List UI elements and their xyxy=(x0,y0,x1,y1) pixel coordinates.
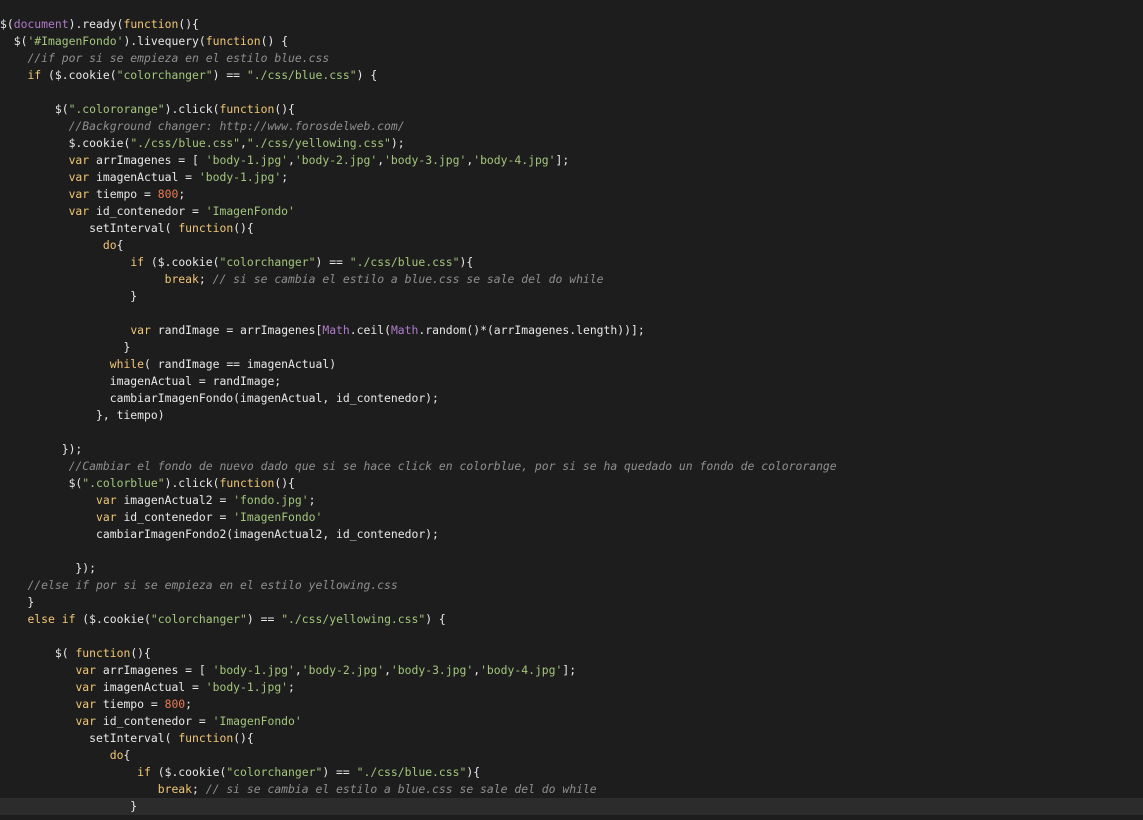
code-line[interactable]: if ($.cookie("colorchanger") == "./css/b… xyxy=(0,254,1143,271)
code-line[interactable]: cambiarImagenFondo(imagenActual, id_cont… xyxy=(0,390,1143,407)
code-line[interactable] xyxy=(0,84,1143,101)
code-line[interactable]: var arrImagenes = [ 'body-1.jpg','body-2… xyxy=(0,152,1143,169)
code-line[interactable]: } xyxy=(0,798,1143,815)
code-line[interactable] xyxy=(0,543,1143,560)
code-line[interactable]: do{ xyxy=(0,747,1143,764)
code-line[interactable]: var imagenActual2 = 'fondo.jpg'; xyxy=(0,492,1143,509)
code-line[interactable]: var imagenActual = 'body-1.jpg'; xyxy=(0,169,1143,186)
code-line[interactable]: $.cookie("./css/blue.css","./css/yellowi… xyxy=(0,135,1143,152)
code-line[interactable]: while( randImage == imagenActual) xyxy=(0,356,1143,373)
code-line[interactable] xyxy=(0,424,1143,441)
code-line[interactable]: var id_contenedor = 'ImagenFondo' xyxy=(0,203,1143,220)
code-line[interactable]: //Background changer: http://www.forosde… xyxy=(0,118,1143,135)
code-line[interactable]: var tiempo = 800; xyxy=(0,696,1143,713)
code-line[interactable]: var arrImagenes = [ 'body-1.jpg','body-2… xyxy=(0,662,1143,679)
code-line[interactable]: //if por si se empieza en el estilo blue… xyxy=(0,50,1143,67)
code-line[interactable]: } xyxy=(0,288,1143,305)
code-line[interactable]: $(document).ready(function(){ xyxy=(0,16,1143,33)
code-line[interactable]: }); xyxy=(0,560,1143,577)
code-line[interactable]: var randImage = arrImagenes[Math.ceil(Ma… xyxy=(0,322,1143,339)
code-line[interactable]: imagenActual = randImage; xyxy=(0,373,1143,390)
code-line[interactable]: break; // si se cambia el estilo a blue.… xyxy=(0,271,1143,288)
code-editor[interactable]: $(document).ready(function(){ $('#Imagen… xyxy=(0,0,1143,820)
code-line[interactable]: else if ($.cookie("colorchanger") == "./… xyxy=(0,611,1143,628)
code-line[interactable]: do{ xyxy=(0,237,1143,254)
code-line[interactable]: cambiarImagenFondo2(imagenActual2, id_co… xyxy=(0,526,1143,543)
code-line[interactable]: } xyxy=(0,594,1143,611)
code-line[interactable]: $( function(){ xyxy=(0,645,1143,662)
code-line[interactable]: if ($.cookie("colorchanger") == "./css/b… xyxy=(0,764,1143,781)
code-line[interactable]: break; // si se cambia el estilo a blue.… xyxy=(0,781,1143,798)
code-line[interactable]: var imagenActual = 'body-1.jpg'; xyxy=(0,679,1143,696)
code-line[interactable]: if ($.cookie("colorchanger") == "./css/b… xyxy=(0,67,1143,84)
code-line[interactable]: $(".colororange").click(function(){ xyxy=(0,101,1143,118)
code-line[interactable]: } xyxy=(0,339,1143,356)
code-line[interactable]: var id_contenedor = 'ImagenFondo' xyxy=(0,713,1143,730)
code-line[interactable]: $('#ImagenFondo').livequery(function() { xyxy=(0,33,1143,50)
code-line[interactable]: setInterval( function(){ xyxy=(0,220,1143,237)
code-line[interactable]: setInterval( function(){ xyxy=(0,730,1143,747)
code-line[interactable]: }, tiempo) xyxy=(0,407,1143,424)
code-line[interactable] xyxy=(0,628,1143,645)
code-line[interactable] xyxy=(0,305,1143,322)
code-line[interactable]: //else if por si se empieza en el estilo… xyxy=(0,577,1143,594)
code-line[interactable]: var tiempo = 800; xyxy=(0,186,1143,203)
code-line[interactable]: }); xyxy=(0,441,1143,458)
code-line[interactable]: //Cambiar el fondo de nuevo dado que si … xyxy=(0,458,1143,475)
code-line[interactable]: $(".colorblue").click(function(){ xyxy=(0,475,1143,492)
code-line[interactable]: var id_contenedor = 'ImagenFondo' xyxy=(0,509,1143,526)
